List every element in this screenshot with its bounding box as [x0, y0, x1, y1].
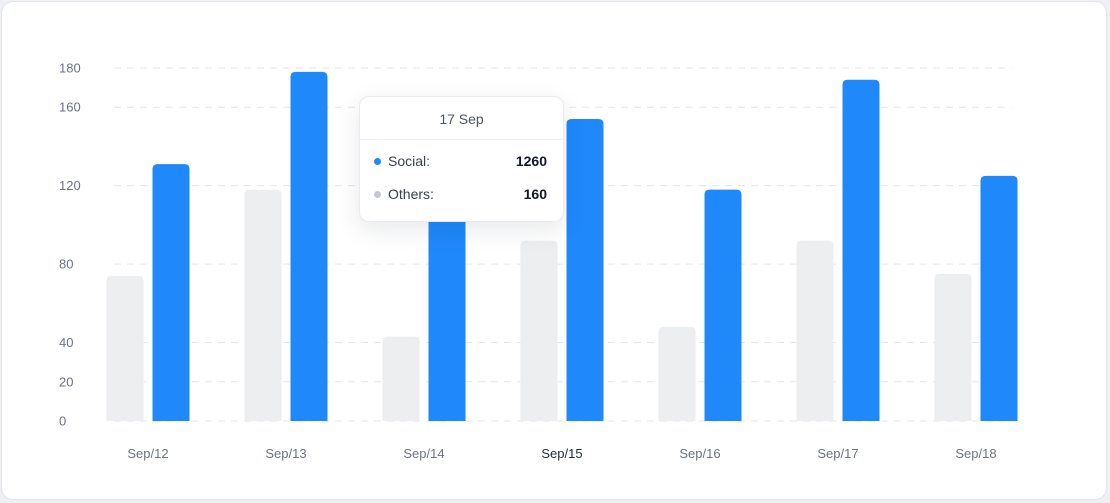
tooltip-title: 17 Sep [360, 97, 563, 140]
tooltip-others-value: 160 [523, 186, 547, 202]
x-tick-label: Sep/15 [541, 446, 582, 461]
bar-series-2 [290, 71, 328, 421]
tooltip-row-social: Social: 1260 [374, 151, 547, 171]
y-tick-label: 80 [59, 257, 73, 272]
bar-chart: 0 20 40 80 120 160 180 Sep/12 Sep/13 Sep/14 Sep/15… [59, 61, 1018, 461]
y-tick-label: 0 [59, 414, 66, 429]
x-tick-label: Sep/12 [127, 446, 168, 461]
bar-series-2 [566, 118, 604, 421]
chart-card: 0 20 40 80 120 160 180 Sep/12 Sep/13 Sep/14 Sep/15… [1, 1, 1107, 500]
bar-series-1 [382, 336, 420, 421]
x-tick-label: Sep/17 [817, 446, 858, 461]
chart-tooltip: 17 Sep Social: 1260 Others: 160 [359, 96, 564, 222]
tooltip-row-others: Others: 160 [374, 184, 547, 204]
x-tick-label: Sep/14 [403, 446, 444, 461]
y-tick-label: 40 [59, 335, 73, 350]
bar-series-1 [244, 189, 282, 421]
bar-series-2 [704, 189, 742, 421]
tooltip-social-label: Social: [388, 153, 431, 169]
bar-series-2 [842, 79, 880, 422]
others-dot-icon [374, 191, 381, 198]
y-tick-label: 160 [59, 100, 81, 115]
bar-series-1 [658, 326, 696, 421]
x-tick-label: Sep/18 [955, 446, 996, 461]
x-tick-label: Sep/16 [679, 446, 720, 461]
bar-series-2 [428, 203, 466, 421]
tooltip-social-value: 1260 [515, 153, 547, 169]
bar-series-1 [520, 240, 558, 421]
tooltip-others-label: Others: [388, 186, 434, 202]
y-tick-label: 20 [59, 374, 73, 389]
social-dot-icon [374, 158, 381, 165]
bar-series-2 [980, 175, 1018, 421]
bar-series-1 [934, 273, 972, 421]
y-tick-label: 180 [59, 61, 81, 76]
bar-series-1 [796, 240, 834, 421]
bar-series-2 [152, 164, 190, 421]
x-tick-label: Sep/13 [265, 446, 306, 461]
bar-series-1 [106, 275, 144, 421]
y-tick-label: 120 [59, 178, 81, 193]
